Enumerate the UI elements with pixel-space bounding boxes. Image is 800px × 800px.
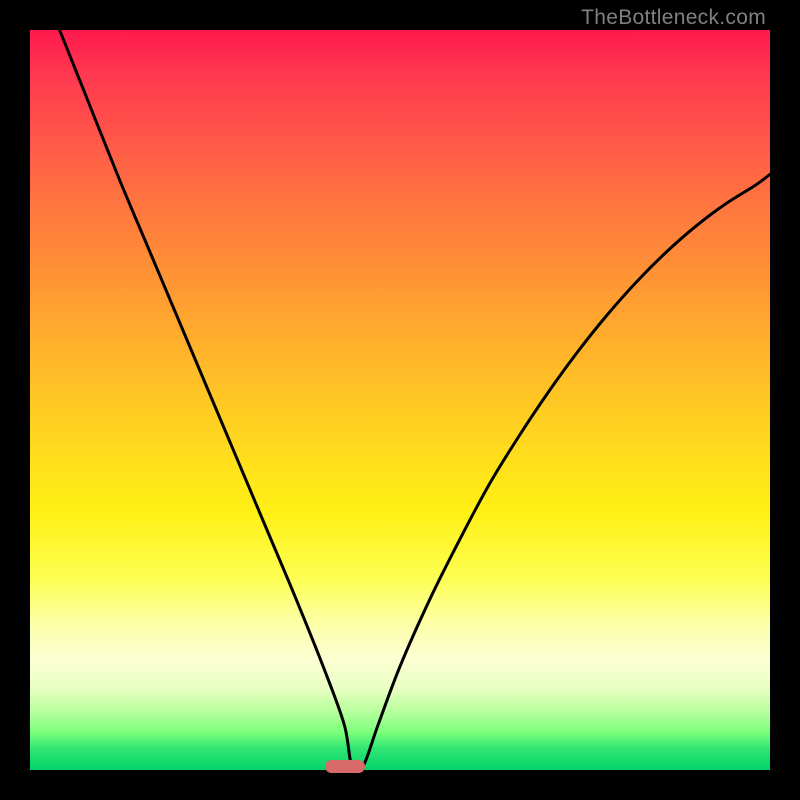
plot-area bbox=[30, 30, 770, 770]
bottleneck-curve bbox=[60, 30, 770, 770]
curve-svg bbox=[30, 30, 770, 770]
watermark-text: TheBottleneck.com bbox=[581, 6, 766, 30]
minimum-marker bbox=[325, 760, 365, 773]
chart-container: TheBottleneck.com bbox=[0, 0, 800, 800]
